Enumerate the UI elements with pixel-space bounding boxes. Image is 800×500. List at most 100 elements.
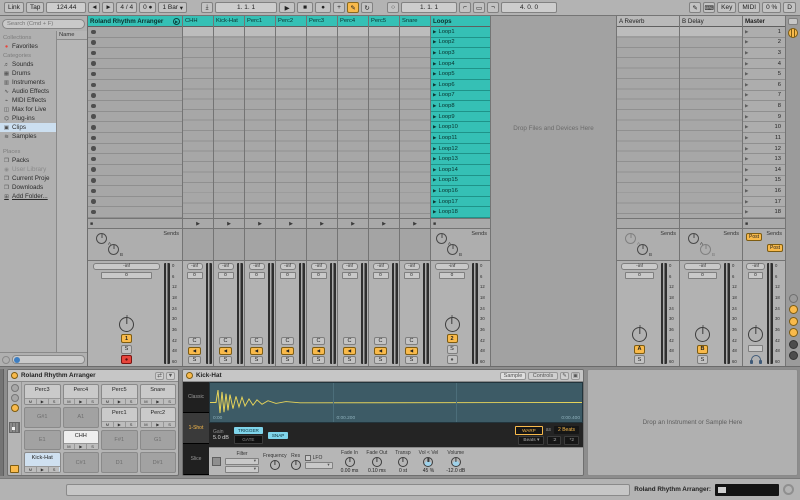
save-preset-icon[interactable]: ▼ [166, 371, 175, 380]
drum-pad[interactable]: Snare M ▶ S [139, 384, 176, 405]
clip-slots[interactable] [214, 27, 244, 218]
pan-knob[interactable] [748, 326, 763, 342]
scene[interactable]: ▶ 12 [743, 143, 785, 155]
parameter-knob[interactable] [423, 456, 434, 467]
browser-place-item[interactable]: ❒ Downloads [0, 183, 56, 192]
drum-pad[interactable]: D1 M ▶ S [101, 452, 138, 473]
drum-pad[interactable]: Perc3 M ▶ S [24, 384, 61, 405]
clip[interactable]: ▶ Loop15 [431, 175, 490, 187]
chain-toggle-icon[interactable] [10, 394, 19, 402]
pre-post-toggle-b[interactable]: Post [766, 244, 783, 252]
pan-display[interactable]: 0 [625, 271, 654, 279]
stop-clips-row[interactable]: ▶ [369, 218, 399, 228]
pad-preview-button[interactable]: ▶ [36, 467, 49, 472]
stop-clip-icon[interactable]: ▶ [413, 221, 417, 227]
volume-display[interactable]: -inf [683, 263, 722, 270]
tap-tempo-button[interactable]: Tap [25, 2, 45, 13]
clip[interactable]: ▶ Loop3 [431, 48, 490, 59]
clip[interactable]: ▶ Loop10 [431, 122, 490, 134]
browser-category-item[interactable]: ∿ Audio Effects [0, 87, 56, 96]
group-clip-slot[interactable] [88, 175, 182, 187]
browser-category-item[interactable]: ◫ Max for Live [0, 105, 56, 114]
tempo-field[interactable]: 124.44 [46, 2, 87, 13]
pan-display[interactable]: 0 [217, 271, 234, 279]
track-header[interactable]: Snare [400, 16, 430, 27]
solo-button[interactable]: S [446, 344, 458, 354]
solo-button[interactable]: S [374, 356, 387, 364]
arrangement-position-display[interactable]: 1. 1. 1 [215, 2, 278, 13]
crossfade-assign[interactable]: C [250, 337, 263, 345]
drum-pad[interactable]: CHH M ▶ S [62, 429, 99, 451]
parameter-value[interactable]: 45 % [423, 468, 434, 474]
solo-button[interactable]: S [250, 356, 263, 364]
scene-launch-icon[interactable]: ▶ [745, 135, 748, 141]
simpler-title-bar[interactable]: Kick-Hat Sample Controls ✎ ▣ [183, 370, 583, 382]
group-clip-slot[interactable] [88, 101, 182, 112]
stop-clips-row[interactable]: ■ [431, 218, 490, 228]
pad-overview-map[interactable] [9, 422, 20, 433]
scene[interactable]: ▶ 13 [743, 154, 785, 165]
track-activator[interactable]: ◀ [343, 346, 356, 355]
clip-launch-icon[interactable]: ▶ [433, 188, 436, 194]
pad-mute-button[interactable]: M [25, 398, 37, 404]
volume-display[interactable]: -inf [186, 263, 203, 270]
drum-pad[interactable]: C#1 M ▶ S [62, 452, 99, 473]
pad-solo-button[interactable]: S [87, 398, 98, 404]
group-clip-slot[interactable] [88, 48, 182, 59]
key-map-button[interactable]: Key [717, 2, 737, 13]
browser-place-item[interactable]: ❒ Current Proje [0, 174, 56, 183]
lfo-checkbox[interactable] [304, 454, 311, 461]
scene[interactable]: ▶ 2 [743, 37, 785, 49]
drum-pad[interactable]: Perc2 M ▶ S [139, 406, 176, 428]
play-button[interactable]: ▶ [279, 2, 296, 13]
parameter-knob[interactable] [344, 456, 355, 467]
clip-slots[interactable] [245, 27, 275, 218]
scene-launch-icon[interactable]: ▶ [745, 177, 748, 183]
stop-clips-row[interactable]: ▶ [214, 218, 244, 228]
volume-display[interactable]: -inf [403, 263, 420, 270]
stop-all-clips-row[interactable]: ■ [743, 218, 785, 228]
group-clip-slot[interactable] [88, 164, 182, 176]
pan-display[interactable]: 0 [100, 271, 153, 279]
stop-clip-icon[interactable]: ▶ [351, 221, 355, 227]
track-activator[interactable]: ◀ [250, 346, 263, 355]
gain-value[interactable]: 5.0 dB [213, 435, 229, 441]
parameter-knob[interactable] [450, 456, 461, 467]
pad-preview-button[interactable]: ▶ [113, 421, 126, 427]
solo-button[interactable]: S [343, 356, 356, 364]
scene-launch-icon[interactable]: ▶ [745, 156, 748, 162]
pad-mute-button[interactable]: M [63, 444, 76, 450]
pad-mute-button[interactable]: M [102, 398, 114, 404]
group-clip-slot[interactable] [88, 37, 182, 49]
edit-sample-icon[interactable]: ✎ [560, 371, 569, 380]
clip[interactable]: ▶ Loop4 [431, 58, 490, 70]
group-clip-slot[interactable] [88, 80, 182, 91]
scene[interactable]: ▶ 8 [743, 101, 785, 112]
scene[interactable]: ▶ 11 [743, 133, 785, 144]
device-activator[interactable] [11, 372, 18, 379]
warp-button[interactable]: WARP [515, 425, 543, 435]
clip[interactable]: ▶ Loop11 [431, 133, 490, 144]
playback-mode-tab[interactable]: 1-Shot [183, 413, 209, 444]
drum-pad[interactable]: E1 M ▶ S [24, 429, 61, 451]
pad-preview-button[interactable]: ▶ [113, 398, 126, 404]
quantize-menu[interactable]: 1 Bar ▾ [158, 2, 188, 13]
clip[interactable]: ▶ Loop17 [431, 196, 490, 208]
send-b-knob[interactable]: B [637, 244, 652, 257]
parameter-knob[interactable] [371, 456, 382, 467]
record-button[interactable]: ● [315, 2, 332, 13]
track-activator[interactable]: ◀ [219, 346, 232, 355]
solo-button[interactable]: S [219, 356, 232, 364]
browser-place-item[interactable]: ◉ User Library [0, 165, 56, 174]
crossfade-assign[interactable]: C [219, 337, 232, 345]
crossfade-assign[interactable]: C [312, 337, 325, 345]
pan-knob[interactable] [444, 316, 460, 332]
drum-rack-title-bar[interactable]: Roland Rhythm Arranger ⇄ ▼ [8, 370, 178, 382]
track-activator[interactable]: 1 [121, 334, 132, 343]
pan-display[interactable]: 0 [403, 271, 420, 279]
stop-clip-icon[interactable]: ▶ [227, 221, 231, 227]
computer-midi-keyboard-icon[interactable]: ⌨ [703, 2, 716, 13]
pan-display[interactable]: 0 [186, 271, 203, 279]
pad-preview-button[interactable]: ▶ [152, 398, 165, 404]
clip[interactable]: ▶ Loop18 [431, 207, 490, 218]
